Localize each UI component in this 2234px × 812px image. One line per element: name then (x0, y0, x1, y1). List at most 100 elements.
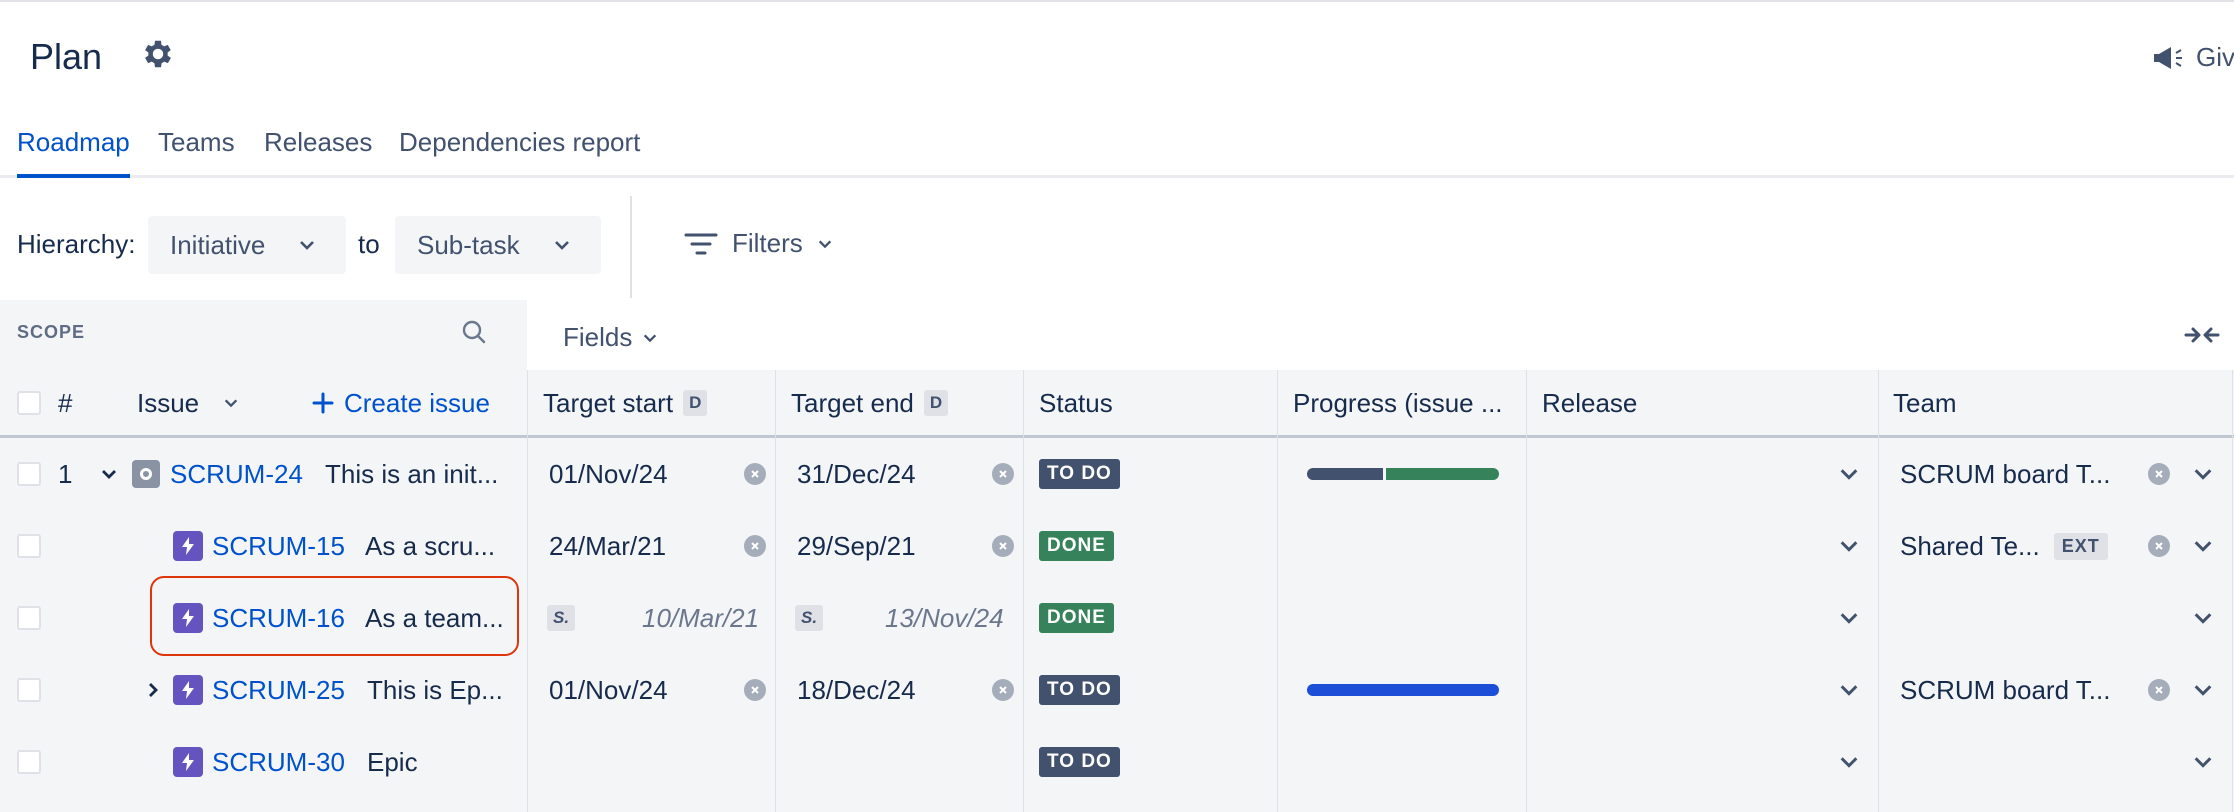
row-checkbox[interactable] (17, 654, 41, 726)
tab-releases[interactable]: Releases (264, 120, 372, 178)
team-value[interactable]: SCRUM board T... (1900, 438, 2150, 510)
hierarchy-label: Hierarchy: (17, 229, 136, 259)
hierarchy-from-value: Initiative (170, 229, 266, 260)
issue-key[interactable]: SCRUM-25 (212, 654, 345, 726)
chevron-down-icon[interactable] (100, 438, 118, 510)
progress-in-progress-segment (1307, 684, 1499, 696)
row-checkbox[interactable] (17, 510, 41, 582)
clear-icon[interactable] (744, 438, 766, 510)
team-dropdown-chevron[interactable] (2192, 582, 2214, 654)
release-dropdown-chevron[interactable] (1838, 438, 1860, 510)
target-end-value[interactable]: 29/Sep/21 (797, 510, 916, 582)
tab-roadmap[interactable]: Roadmap (17, 120, 130, 178)
select-all-checkbox[interactable] (17, 370, 41, 436)
hierarchy-to-dropdown[interactable]: Sub-task (395, 216, 601, 274)
page-title: Plan (30, 36, 103, 77)
clear-icon[interactable] (992, 654, 1014, 726)
status-badge[interactable]: DONE (1039, 510, 1114, 582)
issue-key[interactable]: SCRUM-30 (212, 726, 345, 798)
collapse-arrows-icon[interactable] (2184, 322, 2220, 348)
create-issue-button[interactable]: Create issue (312, 370, 490, 436)
target-end-value[interactable]: 13/Nov/24 (885, 582, 1004, 654)
column-progress[interactable]: Progress (issue ... (1293, 370, 1503, 436)
row-checkbox[interactable] (17, 438, 41, 510)
filter-icon (684, 233, 718, 254)
clear-icon[interactable] (2148, 654, 2170, 726)
progress-todo-segment (1386, 468, 1499, 480)
team-dropdown-chevron[interactable] (2192, 438, 2214, 510)
column-issue[interactable]: Issue (137, 370, 239, 436)
clear-icon[interactable] (2148, 510, 2170, 582)
table-row[interactable]: 1 SCRUM-24 This is an init... 01/Nov/24 … (0, 438, 2234, 510)
chevron-down-icon (555, 241, 569, 250)
column-target-end[interactable]: Target end D (791, 370, 949, 436)
row-checkbox[interactable] (17, 726, 41, 798)
release-dropdown-chevron[interactable] (1838, 582, 1860, 654)
tab-teams[interactable]: Teams (158, 120, 235, 178)
status-badge[interactable]: TO DO (1039, 654, 1120, 726)
target-start-value[interactable]: 10/Mar/21 (642, 582, 759, 654)
team-name: Shared Te... (1900, 530, 2040, 561)
tab-dependencies-report[interactable]: Dependencies report (399, 120, 640, 178)
issue-key[interactable]: SCRUM-15 (212, 510, 345, 582)
team-dropdown-chevron[interactable] (2192, 726, 2214, 798)
column-target-start[interactable]: Target start D (543, 370, 708, 436)
release-dropdown-chevron[interactable] (1838, 654, 1860, 726)
team-value[interactable]: Shared Te... EXT (1900, 510, 2108, 582)
team-dropdown-chevron[interactable] (2192, 510, 2214, 582)
table-row[interactable]: SCRUM-30 Epic TO DO (0, 726, 2234, 798)
issue-summary[interactable]: Epic (367, 726, 418, 798)
table-row[interactable]: SCRUM-15 As a scru... 24/Mar/21 29/Sep/2… (0, 510, 2234, 582)
target-start-value[interactable]: 24/Mar/21 (549, 510, 666, 582)
search-icon[interactable] (460, 318, 488, 346)
toolbar-divider (630, 196, 632, 298)
filters-button[interactable]: Filters (684, 228, 833, 259)
tab-bar: Roadmap Teams Releases Dependencies repo… (0, 120, 2234, 178)
progress-done-segment (1307, 468, 1383, 480)
column-release[interactable]: Release (1542, 370, 1637, 436)
status-badge[interactable]: TO DO (1039, 726, 1120, 798)
sprint-badge-text: S. (795, 605, 824, 631)
target-end-value[interactable]: 31/Dec/24 (797, 438, 916, 510)
column-team[interactable]: Team (1893, 370, 1957, 436)
feedback-label: Giv (2196, 42, 2234, 72)
target-end-value[interactable]: 18/Dec/24 (797, 654, 916, 726)
column-status[interactable]: Status (1039, 370, 1113, 436)
clear-icon[interactable] (2148, 438, 2170, 510)
fields-button[interactable]: Fields (563, 322, 658, 353)
status-badge[interactable]: DONE (1039, 582, 1114, 654)
epic-lightning-icon (173, 654, 203, 726)
status-text: TO DO (1039, 675, 1120, 705)
hierarchy-from-dropdown[interactable]: Initiative (148, 216, 346, 274)
status-badge[interactable]: TO DO (1039, 438, 1120, 510)
chevron-down-icon (644, 334, 657, 342)
clear-icon[interactable] (744, 510, 766, 582)
team-value[interactable]: SCRUM board T... (1900, 654, 2150, 726)
target-start-value[interactable]: 01/Nov/24 (549, 654, 668, 726)
sprint-badge-text: S. (547, 605, 576, 631)
issue-summary[interactable]: As a scru... (365, 510, 525, 582)
release-dropdown-chevron[interactable] (1838, 726, 1860, 798)
settings-gear-icon[interactable] (140, 36, 176, 72)
create-issue-label: Create issue (344, 387, 490, 418)
column-target-end-label: Target end (791, 387, 914, 418)
chevron-right-icon[interactable] (144, 654, 162, 726)
issue-summary[interactable]: This is Ep... (367, 654, 525, 726)
column-number: # (58, 387, 73, 418)
clear-icon[interactable] (992, 510, 1014, 582)
clear-icon[interactable] (744, 654, 766, 726)
issue-key[interactable]: SCRUM-24 (170, 438, 303, 510)
row-checkbox[interactable] (17, 582, 41, 654)
plus-icon (312, 392, 334, 414)
give-feedback-button[interactable]: Giv (2152, 42, 2234, 73)
fields-header: Fields (527, 300, 2234, 370)
initiative-icon (132, 438, 160, 510)
target-start-value[interactable]: 01/Nov/24 (549, 438, 668, 510)
release-dropdown-chevron[interactable] (1838, 510, 1860, 582)
clear-icon[interactable] (992, 438, 1014, 510)
table-row[interactable]: SCRUM-25 This is Ep... 01/Nov/24 18/Dec/… (0, 654, 2234, 726)
team-dropdown-chevron[interactable] (2192, 654, 2214, 726)
issue-summary[interactable]: This is an init... (325, 438, 525, 510)
chevron-down-icon (818, 240, 831, 248)
status-text: TO DO (1039, 459, 1120, 489)
